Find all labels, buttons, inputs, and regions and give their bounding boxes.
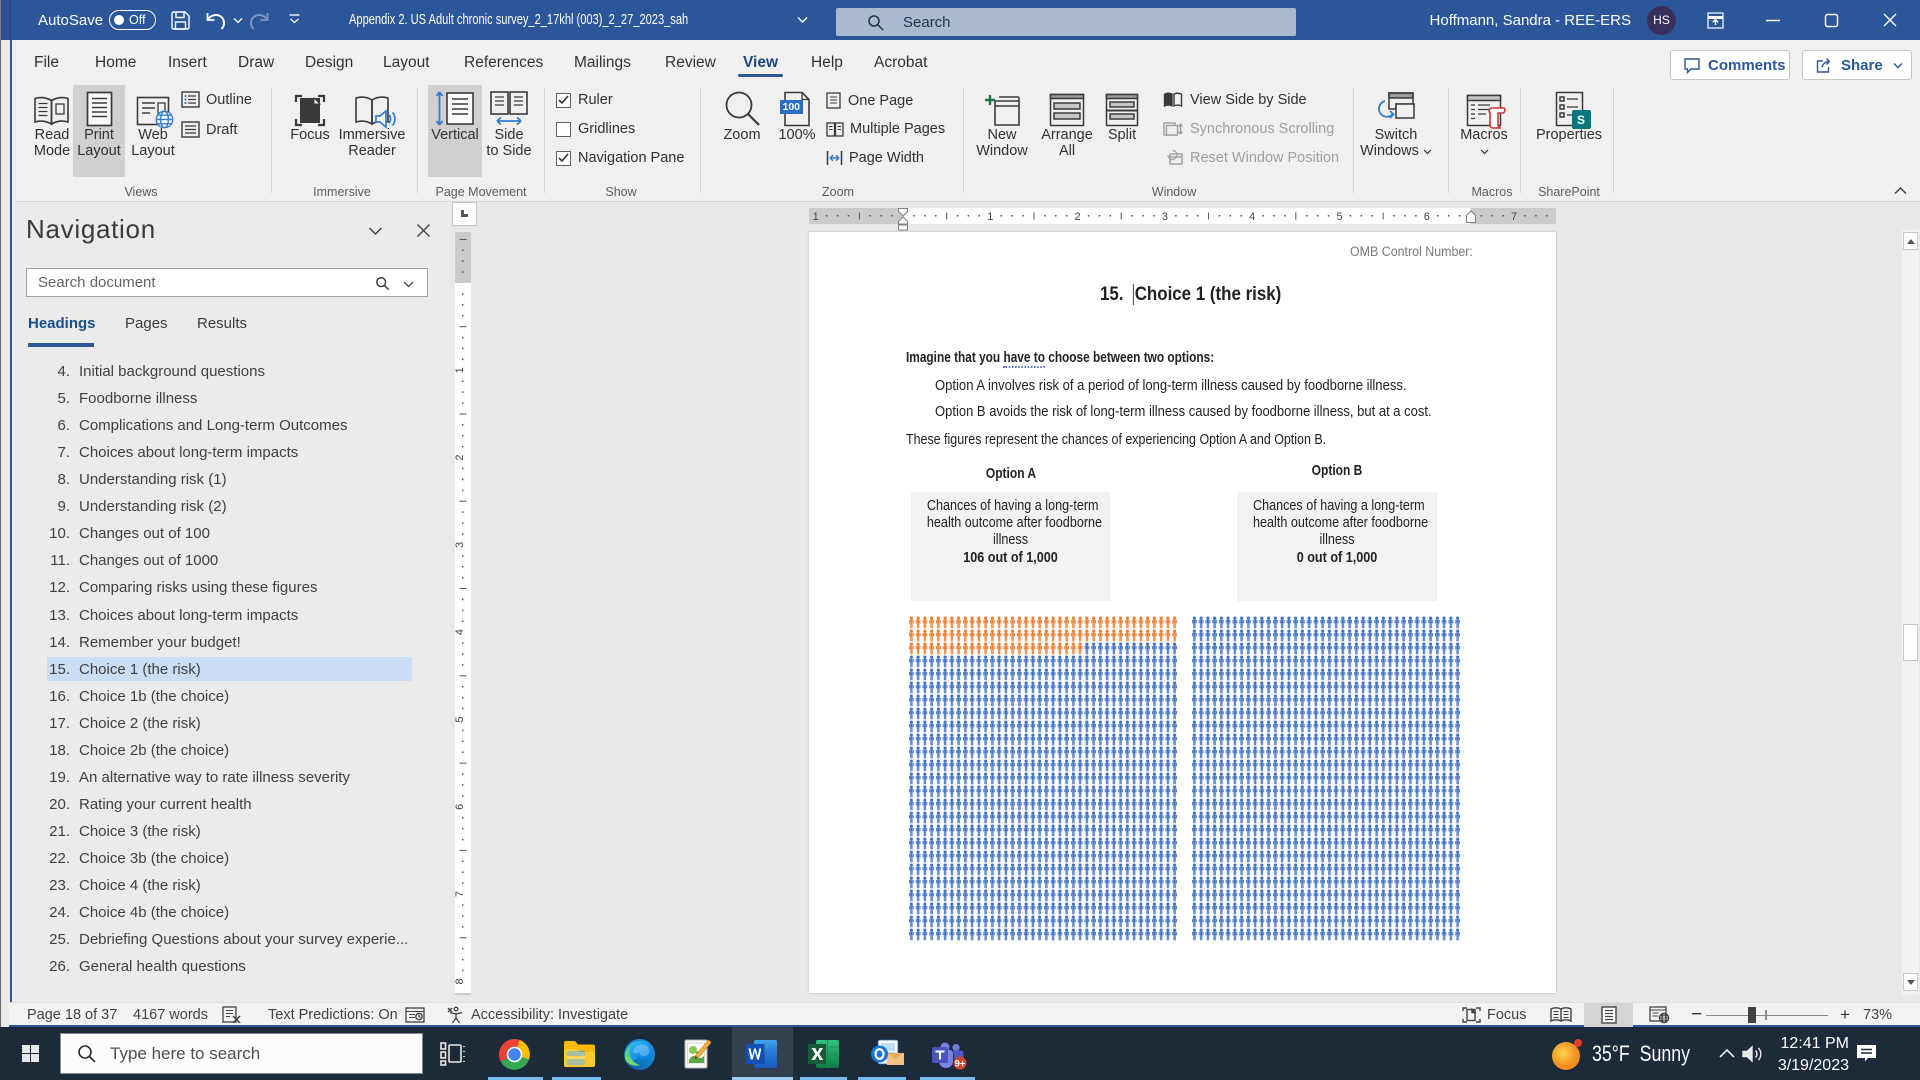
svg-text:7: 7: [455, 891, 466, 897]
svg-text:3: 3: [1162, 211, 1168, 223]
svg-text:6: 6: [455, 804, 466, 810]
svg-text:9+: 9+: [955, 1058, 966, 1069]
svg-text:6: 6: [1424, 211, 1430, 223]
svg-text:1: 1: [813, 211, 819, 223]
svg-text:1: 1: [987, 211, 993, 223]
svg-text:1: 1: [455, 367, 466, 373]
svg-text:2: 2: [455, 455, 466, 461]
svg-text:8: 8: [455, 978, 466, 984]
svg-text:3: 3: [455, 542, 466, 548]
svg-text:7: 7: [1511, 211, 1517, 223]
svg-text:5: 5: [1336, 211, 1342, 223]
svg-text:5: 5: [455, 716, 466, 722]
svg-text:4: 4: [1249, 211, 1255, 223]
svg-text:4: 4: [455, 629, 466, 635]
svg-text:2: 2: [1075, 211, 1081, 223]
